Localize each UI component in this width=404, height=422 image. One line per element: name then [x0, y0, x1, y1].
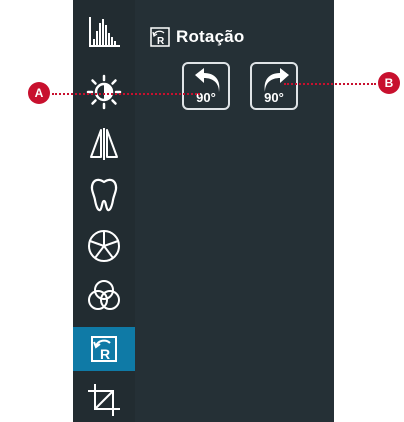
color-channels-icon [88, 280, 120, 310]
tooth-icon [90, 178, 118, 212]
svg-text:R: R [100, 346, 110, 362]
color-channels-tool[interactable] [73, 276, 135, 316]
crop-icon [88, 384, 120, 416]
aperture-icon [88, 230, 120, 262]
rotation-icon: R [91, 336, 117, 362]
histogram-icon [89, 17, 120, 47]
rotation-icon: R [150, 27, 170, 47]
callout-a-marker: A [28, 82, 50, 104]
rotate-right-degrees: 90° [264, 90, 284, 105]
rotate-right-button[interactable]: 90° [250, 62, 298, 110]
aperture-tool[interactable] [73, 226, 135, 266]
callout-b-marker: B [378, 72, 400, 94]
tooth-tool[interactable] [73, 175, 135, 215]
rotate-left-button[interactable]: 90° [182, 62, 230, 110]
panel-header: R Rotação [150, 25, 244, 49]
mirror-icon [90, 128, 118, 160]
rotation-tool[interactable]: R [73, 327, 135, 371]
svg-text:R: R [157, 36, 165, 47]
crop-tool[interactable] [73, 380, 135, 420]
histogram-tool[interactable] [73, 12, 135, 52]
brightness-tool[interactable] [73, 72, 135, 112]
brightness-icon [86, 74, 122, 110]
toolbar: R [73, 0, 135, 422]
callout-b-line [284, 83, 376, 85]
panel-title: Rotação [176, 27, 245, 46]
mirror-tool[interactable] [73, 124, 135, 164]
callout-a-line [52, 93, 200, 95]
